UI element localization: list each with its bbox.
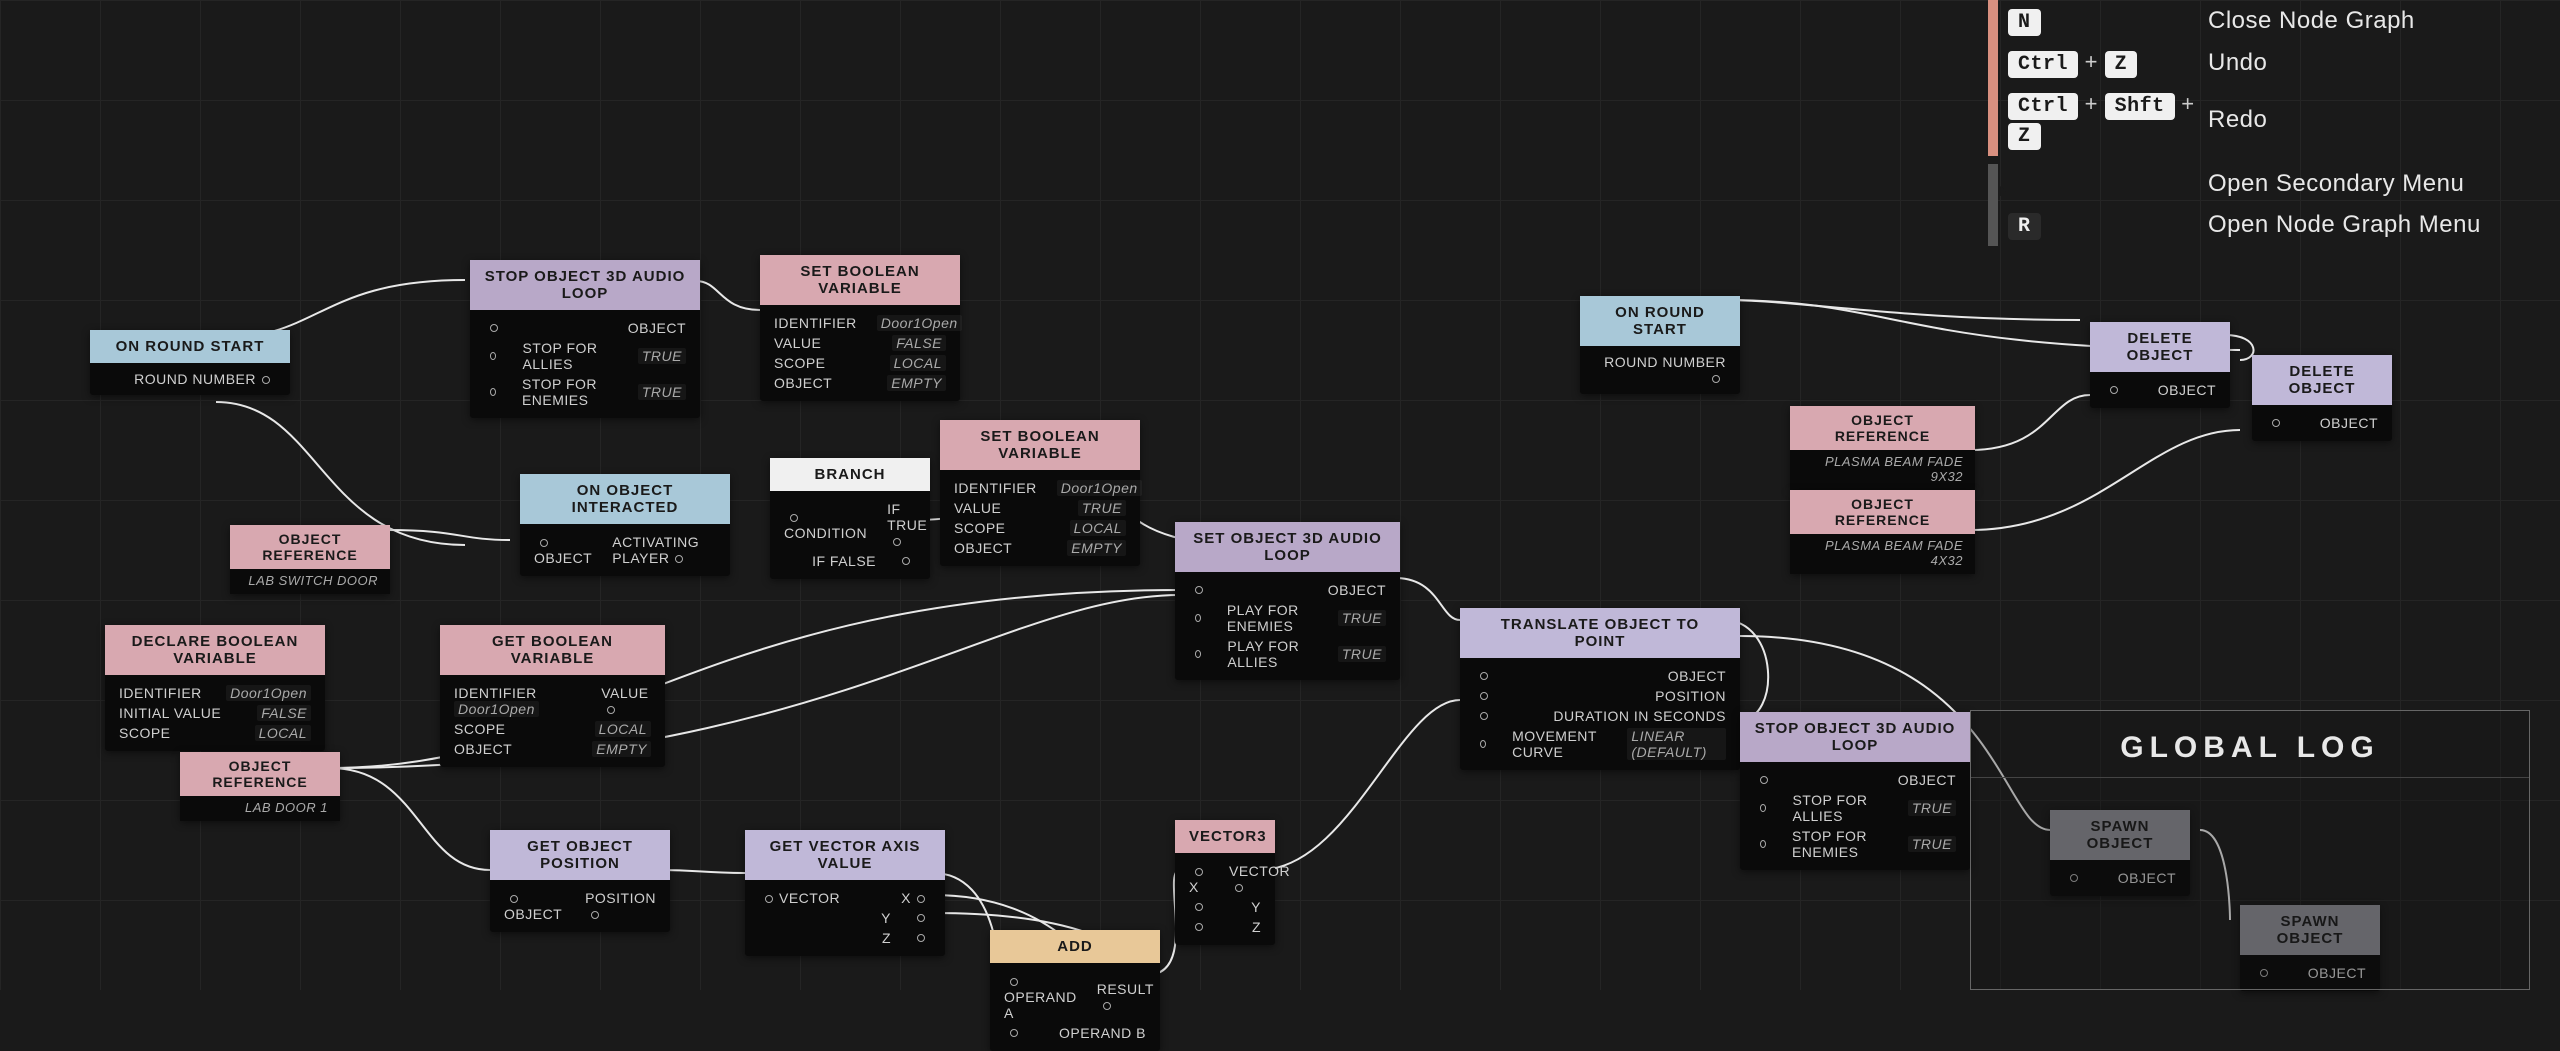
node-header: BRANCH	[770, 458, 930, 491]
node-set-audio-loop[interactable]: SET OBJECT 3D AUDIO LOOP OBJECT PLAY FOR…	[1175, 522, 1400, 680]
shortcuts-panel: N Close Node Graph Ctrl + Z Undo Ctrl + …	[1988, 0, 2548, 246]
node-vector3[interactable]: VECTOR3 XVECTOR Y Z	[1175, 820, 1275, 945]
node-delete-object[interactable]: DELETE OBJECT OBJECT	[2252, 355, 2392, 441]
node-header: ON ROUND START	[90, 330, 290, 363]
node-header: STOP OBJECT 3D AUDIO LOOP	[470, 260, 700, 310]
shortcut-label: Undo	[2208, 49, 2267, 77]
node-header: OBJECT REFERENCE	[230, 525, 390, 569]
shortcut-row: Ctrl + Shft + Z Redo	[1998, 84, 2548, 156]
shortcut-label: Redo	[2208, 106, 2267, 134]
node-declare-boolean[interactable]: DECLARE BOOLEAN VARIABLE IDENTIFIERDoor1…	[105, 625, 325, 751]
shortcut-row: R Open Node Graph Menu	[1998, 204, 2548, 246]
node-header: DELETE OBJECT	[2252, 355, 2392, 405]
node-header: OBJECT REFERENCE	[180, 752, 340, 796]
node-on-object-interacted[interactable]: ON OBJECT INTERACTED OBJECTACTIVATING PL…	[520, 474, 730, 576]
node-header: GET BOOLEAN VARIABLE	[440, 625, 665, 675]
node-header: TRANSLATE OBJECT TO POINT	[1460, 608, 1740, 658]
node-header: DELETE OBJECT	[2090, 322, 2230, 372]
node-header: GET VECTOR AXIS VALUE	[745, 830, 945, 880]
node-header: GET OBJECT POSITION	[490, 830, 670, 880]
node-add[interactable]: ADD OPERAND ARESULT OPERAND B	[990, 930, 1160, 1051]
node-header: OBJECT REFERENCE	[1790, 406, 1975, 450]
shortcut-label: Open Secondary Menu	[2208, 170, 2464, 198]
node-object-reference[interactable]: OBJECT REFERENCE LAB DOOR 1	[180, 752, 340, 821]
node-header: ON OBJECT INTERACTED	[520, 474, 730, 524]
node-header: SET BOOLEAN VARIABLE	[940, 420, 1140, 470]
node-header: ADD	[990, 930, 1160, 963]
node-branch[interactable]: BRANCH CONDITIONIF TRUE IF FALSE	[770, 458, 930, 579]
shortcut-label: Close Node Graph	[2208, 7, 2415, 35]
node-header: VECTOR3	[1175, 820, 1275, 853]
node-header: DECLARE BOOLEAN VARIABLE	[105, 625, 325, 675]
node-object-reference[interactable]: OBJECT REFERENCE PLASMA BEAM FADE 9X32	[1790, 406, 1975, 490]
node-get-object-position[interactable]: GET OBJECT POSITION OBJECTPOSITION	[490, 830, 670, 932]
node-on-round-start[interactable]: ON ROUND START ROUND NUMBER	[1580, 296, 1740, 394]
node-header: ON ROUND START	[1580, 296, 1740, 346]
node-set-boolean[interactable]: SET BOOLEAN VARIABLE IDENTIFIERDoor1Open…	[760, 255, 960, 401]
node-header: SET BOOLEAN VARIABLE	[760, 255, 960, 305]
node-stop-audio-loop[interactable]: STOP OBJECT 3D AUDIO LOOP OBJECT STOP FO…	[1740, 712, 1970, 870]
node-object-reference[interactable]: OBJECT REFERENCE LAB SWITCH DOOR	[230, 525, 390, 594]
node-object-reference[interactable]: OBJECT REFERENCE PLASMA BEAM FADE 4X32	[1790, 490, 1975, 574]
node-stop-audio-loop[interactable]: STOP OBJECT 3D AUDIO LOOP OBJECT STOP FO…	[470, 260, 700, 418]
node-translate-object[interactable]: TRANSLATE OBJECT TO POINT OBJECT POSITIO…	[1460, 608, 1740, 770]
node-on-round-start[interactable]: ON ROUND START ROUND NUMBER	[90, 330, 290, 395]
node-header: STOP OBJECT 3D AUDIO LOOP	[1740, 712, 1970, 762]
node-header: SET OBJECT 3D AUDIO LOOP	[1175, 522, 1400, 572]
shortcut-label: Open Node Graph Menu	[2208, 211, 2481, 239]
node-header: OBJECT REFERENCE	[1790, 490, 1975, 534]
shortcut-row: Open Secondary Menu	[1998, 164, 2548, 204]
shortcut-row: N Close Node Graph	[1998, 0, 2548, 42]
node-set-boolean[interactable]: SET BOOLEAN VARIABLE IDENTIFIERDoor1Open…	[940, 420, 1140, 566]
node-get-vector-axis[interactable]: GET VECTOR AXIS VALUE VECTORX Y Z	[745, 830, 945, 956]
shortcut-row: Ctrl + Z Undo	[1998, 42, 2548, 84]
node-delete-object[interactable]: DELETE OBJECT OBJECT	[2090, 322, 2230, 408]
node-get-boolean[interactable]: GET BOOLEAN VARIABLE IDENTIFIER Door1Ope…	[440, 625, 665, 767]
global-log-panel: GLOBAL LOG	[1970, 710, 2530, 990]
global-log-title: GLOBAL LOG	[1971, 711, 2529, 778]
